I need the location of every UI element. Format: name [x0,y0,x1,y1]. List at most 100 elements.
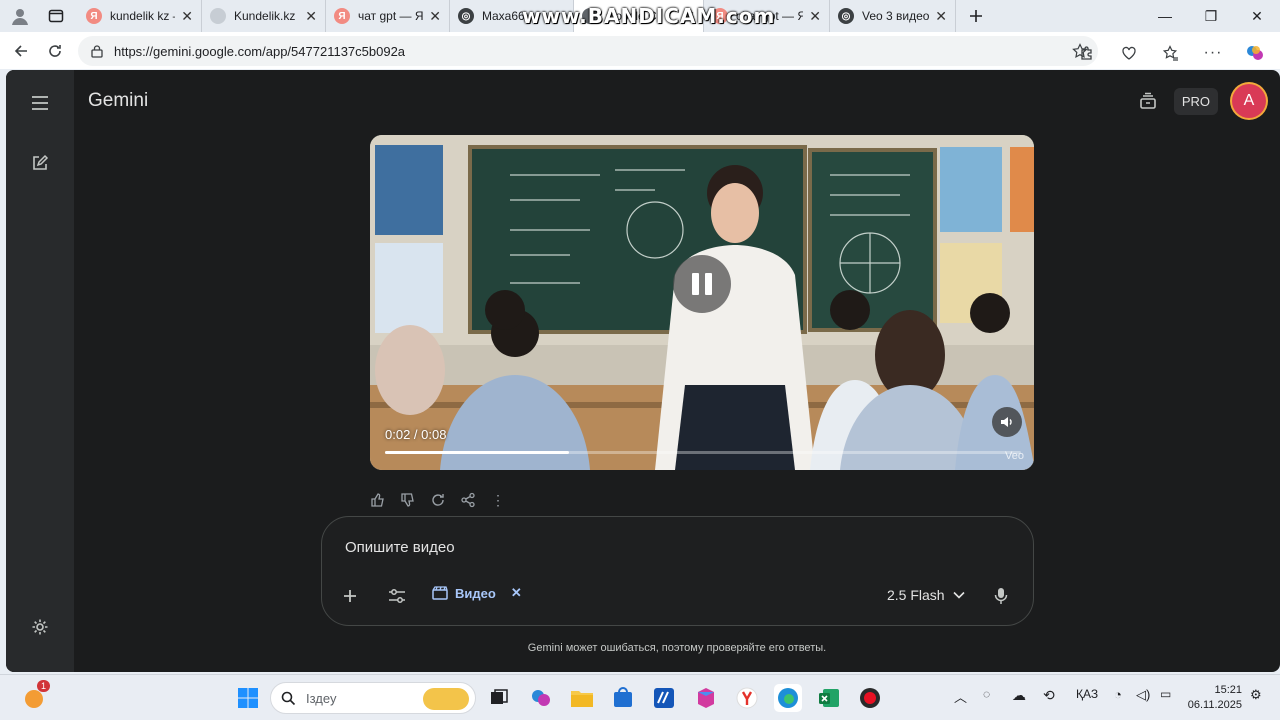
url-text: https://gemini.google.com/app/547721137c… [114,43,406,59]
close-window-button[interactable]: ✕ [1234,0,1280,32]
yandex-browser-button[interactable] [733,684,761,712]
wifi-icon[interactable]: ◔ [1114,687,1122,702]
favorites-button[interactable] [1154,36,1188,70]
model-selector[interactable]: 2.5 Flash [887,587,965,603]
restore-button[interactable]: ❐ [1188,0,1234,32]
model-label: 2.5 Flash [887,587,945,603]
bandicam-button[interactable] [856,684,884,712]
sync-icon[interactable]: ⟲ [1043,687,1055,704]
pause-button[interactable] [673,255,731,313]
more-actions-button[interactable]: ⋮ [488,490,508,510]
clock-date: 06.11.2025 [1187,699,1242,711]
show-hidden-icons[interactable]: ︿ [954,687,967,706]
more-options-button[interactable]: ··· [1196,36,1230,70]
volume-button[interactable] [992,407,1022,437]
close-tab-icon[interactable]: ✕ [935,8,947,25]
share-button[interactable] [458,490,478,510]
task-view-icon [491,689,508,704]
header-actions: PRO A [1136,84,1266,118]
reload-button[interactable] [38,34,72,68]
remove-chip-icon[interactable]: ✕ [511,585,522,601]
onedrive-icon[interactable]: ☁ [1012,687,1026,704]
edit-icon [33,154,49,170]
disclaimer-text: Gemini может ошибаться, поэтому проверяй… [527,642,827,654]
tools-button[interactable] [388,583,406,609]
menu-icon [32,96,48,110]
video-progress-bar[interactable] [385,451,1021,454]
chevron-down-icon [953,591,965,599]
m365-button[interactable] [692,684,720,712]
app-button[interactable] [650,684,678,712]
new-chat-button[interactable] [28,151,52,175]
address-bar[interactable]: https://gemini.google.com/app/547721137c… [78,36,1098,66]
new-tab-button[interactable] [962,2,990,30]
chatgpt-icon: ◎ [458,8,474,24]
copilot-icon [532,690,550,706]
language-indicator[interactable]: ҚАЗ [1076,687,1098,701]
video-player[interactable]: 0:02 / 0:08 Veo [370,135,1034,470]
windows-icon [238,688,258,708]
start-button[interactable] [234,684,262,712]
profile-button[interactable] [6,2,34,30]
copilot-button[interactable] [1238,36,1272,70]
speaker-icon[interactable]: ◁) [1136,687,1150,703]
tab-actions-button[interactable] [42,2,70,30]
video-tool-chip[interactable]: Видео ✕ [432,585,522,601]
plus-icon [344,590,356,602]
thumbs-up-icon [371,493,384,507]
battery-icon[interactable]: ▭ [1160,687,1171,701]
store-button[interactable] [609,684,637,712]
kundelik-icon [210,8,226,24]
avatar[interactable]: A [1232,84,1266,118]
regenerate-button[interactable] [428,490,448,510]
browser-essentials-button[interactable] [1112,36,1146,70]
yandex-icon: Я [334,8,350,24]
menu-button[interactable] [28,91,52,115]
app-title: Gemini [88,90,149,111]
browser-tab[interactable]: ◎ Veo 3 видео ✕ [830,0,956,32]
close-tab-icon[interactable]: ✕ [181,8,193,25]
excel-button[interactable] [815,684,843,712]
site-info-icon[interactable] [90,44,104,58]
add-button[interactable] [342,583,358,609]
weather-widget[interactable]: 1 [20,680,50,712]
yandex-icon: Я [86,8,102,24]
thumbs-down-button[interactable] [398,490,418,510]
clock[interactable]: 15:21 06.11.2025 [1188,683,1242,713]
reload-icon [49,44,61,57]
store-icon [614,687,632,707]
extensions-button[interactable] [1070,36,1104,70]
edge-button[interactable] [774,684,802,712]
tray-app-icon[interactable]: ◌ [983,687,990,701]
temp-chat-button[interactable] [1136,89,1160,113]
favorites-icon [1163,45,1178,61]
minimize-button[interactable]: — [1142,0,1188,32]
browser-tab[interactable]: Kundelik.kz ✕ [202,0,326,32]
task-view-button[interactable] [485,684,513,712]
notification-badge: 1 [36,680,50,692]
settings-button[interactable] [28,615,52,639]
clapperboard-icon [432,586,448,600]
prompt-input[interactable]: Опишите видео [345,539,455,556]
thumbs-up-button[interactable] [368,490,388,510]
file-explorer-button[interactable] [568,684,596,712]
gear-icon [32,619,48,635]
search-icon [281,691,296,705]
browser-tab[interactable]: Я kundelik kz — ✕ [78,0,202,32]
close-tab-icon[interactable]: ✕ [305,8,317,25]
pro-badge[interactable]: PRO [1173,87,1218,115]
browser-tab[interactable]: Я чат gpt — Ян ✕ [326,0,450,32]
back-button[interactable] [4,34,38,68]
microphone-button[interactable] [994,583,1008,609]
copilot-app-button[interactable] [527,684,555,712]
sliders-icon [389,589,405,603]
copilot-icon [1247,46,1263,60]
taskbar-search[interactable]: Іздеу [270,682,476,714]
notifications-icon[interactable]: ⚙ [1250,687,1262,703]
gemini-app: Gemini PRO A 0:02 / 0:08 Veo ⋮ Опишите в… [6,70,1280,672]
veo-watermark: Veo [1005,450,1024,462]
close-tab-icon[interactable]: ✕ [429,8,441,25]
recording-watermark: www.BANDICAM.com [522,4,776,28]
close-tab-icon[interactable]: ✕ [809,8,821,25]
browser-toolbar-right: ··· [1070,36,1272,70]
